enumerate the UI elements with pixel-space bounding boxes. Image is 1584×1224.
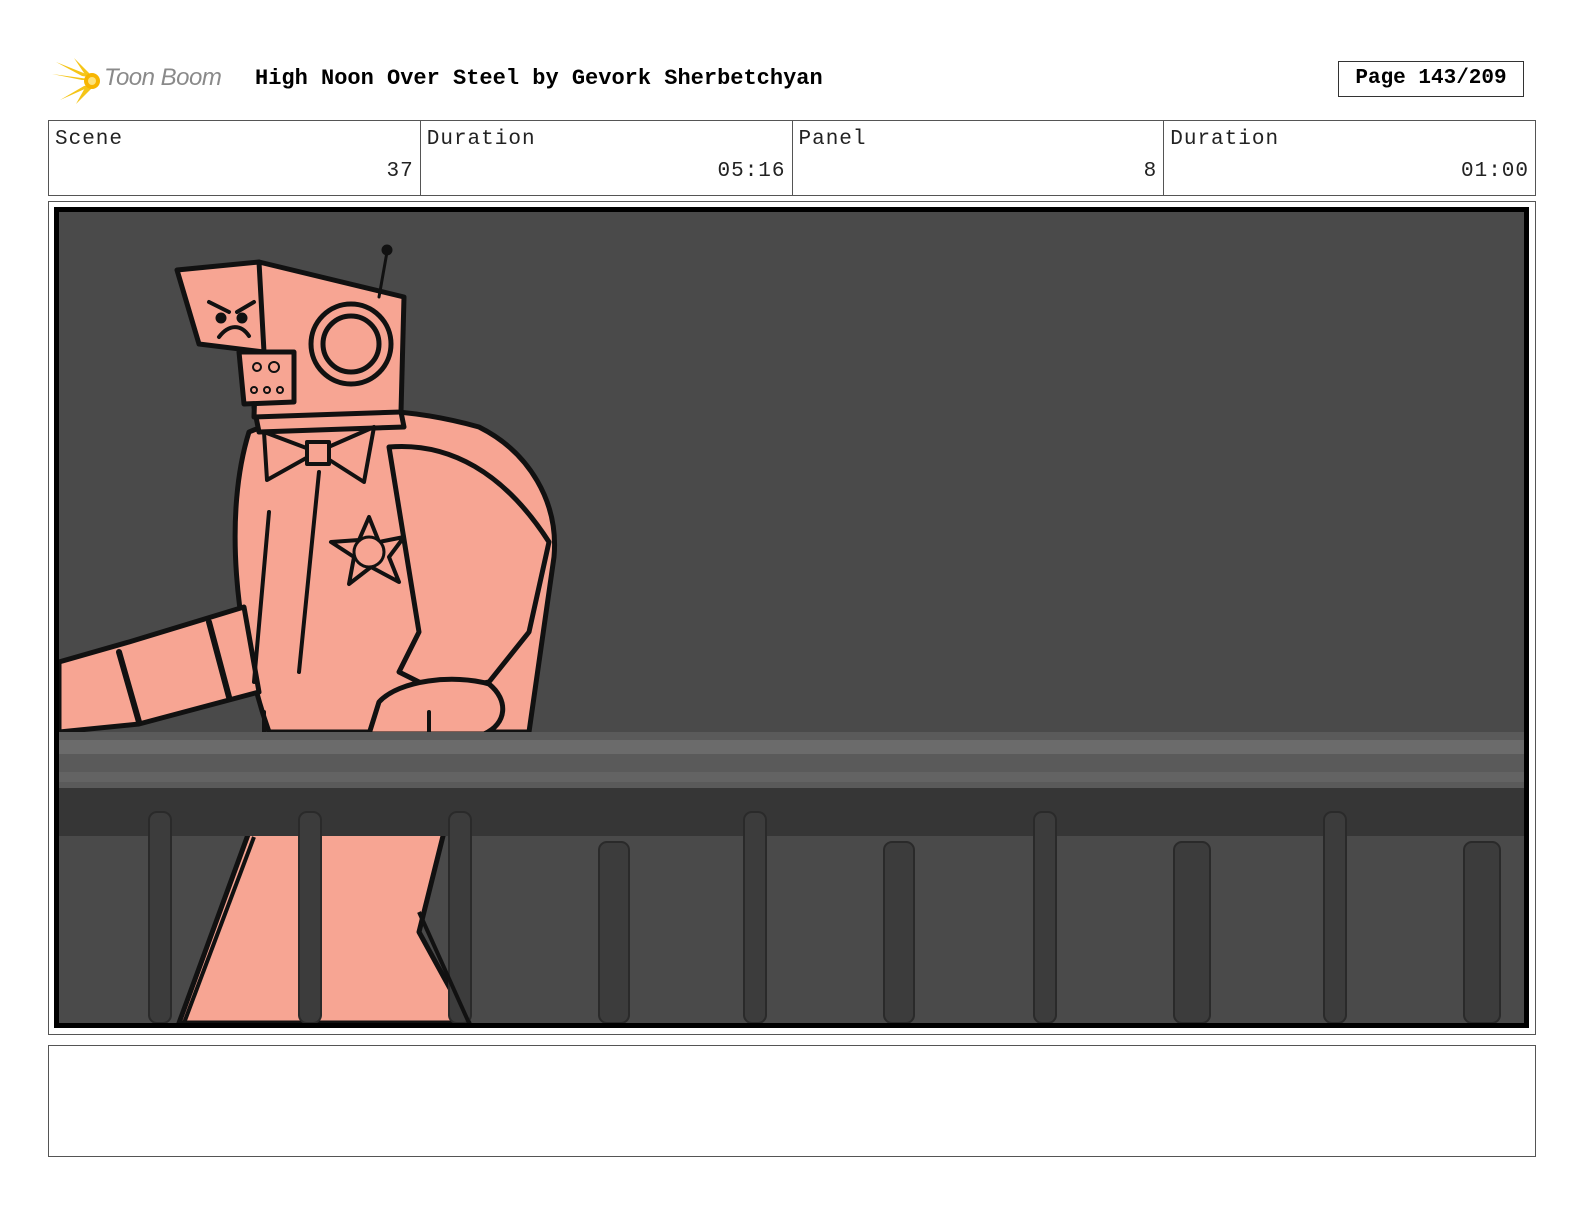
storyboard-panel-image [54, 207, 1529, 1028]
scene-label: Scene [55, 128, 124, 151]
panel-notes-box [48, 1045, 1536, 1157]
scene-duration-label: Duration [426, 128, 536, 151]
scene-value: 37 [386, 160, 414, 183]
panel-duration-label: Duration [1170, 128, 1280, 151]
scene-duration-cell: Duration 05:16 [421, 121, 793, 195]
panel-duration-cell: Duration 01:00 [1164, 121, 1535, 195]
sunburst-icon [52, 58, 100, 104]
panel-label: Panel [798, 128, 867, 151]
panel-cell: Panel 8 [793, 121, 1165, 195]
storyboard-title: High Noon Over Steel by Gevork Sherbetch… [255, 66, 823, 91]
toon-boom-logo: Toon Boom [52, 56, 242, 106]
logo-text: Toon Boom [104, 64, 222, 91]
scene-cell: Scene 37 [49, 121, 421, 195]
robot-sheriff-drawing [59, 212, 1524, 1023]
page-header: Toon Boom High Noon Over Steel by Gevork… [52, 56, 1534, 106]
scene-duration-value: 05:16 [717, 160, 786, 183]
panel-value: 8 [1143, 160, 1158, 183]
panel-duration-value: 01:00 [1460, 160, 1529, 183]
page-number: Page 143/209 [1338, 61, 1524, 97]
panel-frame [48, 201, 1536, 1035]
panel-info-table: Scene 37 Duration 05:16 Panel 8 Duration… [48, 120, 1536, 196]
